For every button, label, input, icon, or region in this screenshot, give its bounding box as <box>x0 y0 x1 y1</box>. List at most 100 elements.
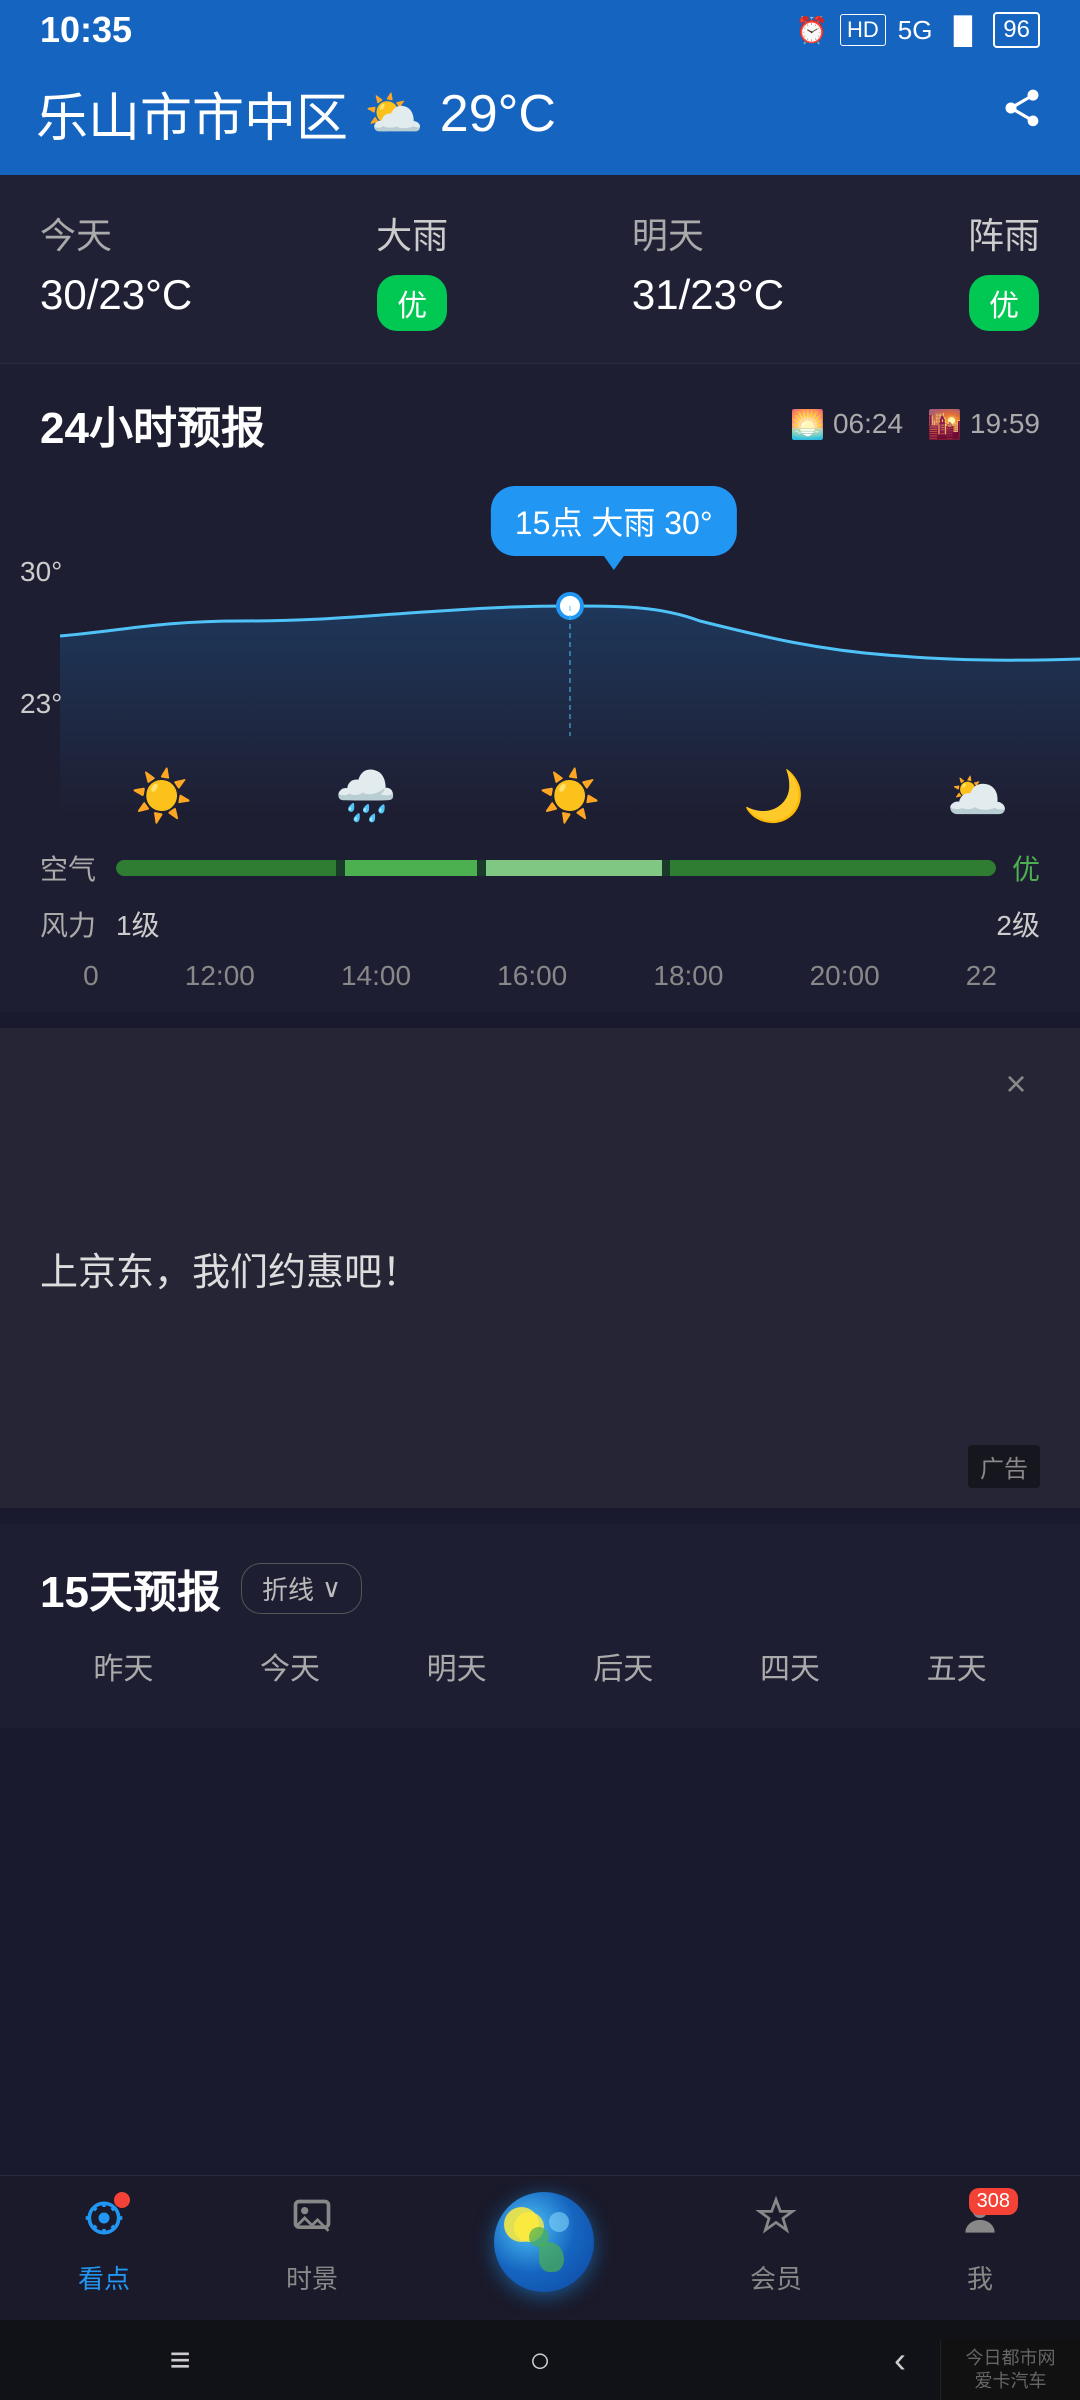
status-time: 10:35 <box>40 9 132 51</box>
wind-level-2: 2级 <box>996 904 1040 944</box>
hd-icon: HD <box>840 14 886 46</box>
alarm-icon: ⏰ <box>796 15 828 46</box>
ad-close-button[interactable]: × <box>992 1060 1040 1108</box>
forecast-15-section: 15天预报 折线 ∨ 昨天 今天 明天 后天 四天 五天 <box>0 1524 1080 1728</box>
ad-label: 广告 <box>968 1445 1040 1488</box>
nav-item-kandian[interactable]: 看点 <box>78 2196 130 2296</box>
signal-bars: ▐▌ <box>944 15 981 46</box>
wo-icon: 308 <box>958 2196 1002 2251</box>
bottom-navigation: 看点 时景 会员 <box>0 2175 1080 2320</box>
nav-item-shijing[interactable]: 时景 <box>286 2196 338 2296</box>
today-weather: 今天 30/23°C <box>40 207 192 319</box>
temperature-chart: 15点 大雨 30° 30° 23° <box>0 476 1080 836</box>
today-quality-badge: 优 <box>377 275 447 331</box>
chart-toggle-button[interactable]: 折线 ∨ <box>241 1563 362 1614</box>
huiyuan-icon <box>754 2196 798 2251</box>
today-condition: 大雨 <box>376 207 448 259</box>
chart-tooltip: 15点 大雨 30° <box>491 486 737 556</box>
temp-high-label: 30° <box>20 556 62 588</box>
weather-icon-0: ☀️ <box>131 767 193 826</box>
nav-item-wo[interactable]: 308 我 <box>958 2196 1002 2296</box>
time-0: 0 <box>83 960 99 992</box>
time-2: 14:00 <box>341 960 411 992</box>
share-button[interactable] <box>1000 86 1044 141</box>
status-icons: ⏰ HD 5G ▐▌ 96 <box>796 12 1040 48</box>
day-yesterday: 昨天 <box>93 1644 153 1688</box>
wind-levels: 1级 2级 <box>116 904 1040 944</box>
nav-label-shijing: 时景 <box>286 2259 338 2296</box>
air-quality-value: 优 <box>1012 848 1040 888</box>
day-tomorrow: 明天 <box>427 1644 487 1688</box>
nav-item-huiyuan[interactable]: 会员 <box>750 2196 802 2296</box>
time-1: 12:00 <box>185 960 255 992</box>
android-home-button[interactable]: ○ <box>500 2320 580 2400</box>
forecast-24h-title: 24小时预报 <box>40 392 265 456</box>
app-header: 乐山市市中区 ⛅ 29°C <box>0 60 1080 175</box>
nav-label-kandian: 看点 <box>78 2259 130 2296</box>
sunrise-time: 🌅 06:24 <box>790 408 903 441</box>
chart-weather-icons: ☀️ 🌧️ ☀️ 🌙 🌥️ <box>60 767 1080 826</box>
weather-icon-1: 🌧️ <box>335 767 397 826</box>
today-temp: 30/23°C <box>40 271 192 319</box>
temp-labels: 30° 23° <box>20 556 62 720</box>
day-5: 五天 <box>927 1644 987 1688</box>
time-axis: 0 12:00 14:00 16:00 18:00 20:00 22 <box>0 952 1080 1012</box>
weather-icon-4: 🌥️ <box>947 767 1009 826</box>
sunset-time: 🌇 19:59 <box>927 408 1040 441</box>
wind-level-1: 1级 <box>116 904 160 944</box>
battery-indicator: 96 <box>993 12 1040 48</box>
tomorrow-weather: 明天 31/23°C <box>632 207 784 319</box>
tomorrow-condition: 阵雨 <box>968 207 1040 259</box>
ad-banner[interactable]: 上京东，我们约惠吧！ × <box>0 1028 1080 1508</box>
wo-badge: 308 <box>969 2188 1018 2215</box>
chevron-down-icon: ∨ <box>322 1573 341 1604</box>
wind-row: 风力 1级 2级 <box>0 896 1080 952</box>
status-bar: 10:35 ⏰ HD 5G ▐▌ 96 <box>0 0 1080 60</box>
nav-label-huiyuan: 会员 <box>750 2259 802 2296</box>
header-left: 乐山市市中区 ⛅ 29°C <box>36 76 556 151</box>
forecast-15-header: 15天预报 折线 ∨ <box>40 1556 1040 1620</box>
android-menu-button[interactable]: ≡ <box>140 2320 220 2400</box>
time-4: 18:00 <box>653 960 723 992</box>
tomorrow-label: 明天 <box>632 207 784 259</box>
wind-label: 风力 <box>40 904 100 944</box>
today-label: 今天 <box>40 207 192 259</box>
city-name[interactable]: 乐山市市中区 <box>36 76 348 151</box>
air-quality-label: 空气 <box>40 848 100 888</box>
globe-icon <box>494 2192 594 2292</box>
sunset-icon: 🌇 <box>927 408 962 441</box>
shijing-icon <box>290 2196 334 2251</box>
tomorrow-temp: 31/23°C <box>632 271 784 319</box>
android-back-button[interactable]: ‹ <box>860 2320 940 2400</box>
air-quality-bar <box>116 860 996 876</box>
sun-times: 🌅 06:24 🌇 19:59 <box>790 408 1040 441</box>
watermark-area: 今日都市网爱卡汽车 <box>940 2340 1080 2400</box>
watermark-text: 今日都市网爱卡汽车 <box>966 2347 1056 2394</box>
temp-low-label: 23° <box>20 688 62 720</box>
forecast-header: 24小时预报 🌅 06:24 🌇 19:59 <box>0 392 1080 476</box>
nav-item-center[interactable] <box>494 2192 594 2300</box>
weather-icon-2: ☀️ <box>539 767 601 826</box>
current-temperature: 29°C <box>440 84 556 144</box>
kandian-notification-dot <box>114 2192 130 2208</box>
sunrise-icon: 🌅 <box>790 408 825 441</box>
day-3: 后天 <box>593 1644 653 1688</box>
day-today: 今天 <box>260 1644 320 1688</box>
forecast-15-title: 15天预报 <box>40 1556 221 1620</box>
air-quality-row: 空气 优 <box>0 836 1080 896</box>
tomorrow-quality-badge: 优 <box>969 275 1039 331</box>
day-4: 四天 <box>760 1644 820 1688</box>
ad-text: 上京东，我们约惠吧！ <box>40 1241 420 1296</box>
weather-icon-3: 🌙 <box>743 767 805 826</box>
signal-5g: 5G <box>898 15 933 46</box>
time-6: 22 <box>966 960 997 992</box>
kandian-icon <box>82 2196 126 2251</box>
android-nav-bar: ≡ ○ ‹ 今日都市网爱卡汽车 <box>0 2320 1080 2400</box>
ad-container: 上京东，我们约惠吧！ × 广告 <box>0 1028 1080 1508</box>
forecast-24h-section: 24小时预报 🌅 06:24 🌇 19:59 15点 大雨 30° 30° <box>0 364 1080 1012</box>
nav-label-wo: 我 <box>967 2259 993 2296</box>
time-5: 20:00 <box>810 960 880 992</box>
weather-icon-header: ⛅ <box>364 85 424 142</box>
forecast-days-row: 昨天 今天 明天 后天 四天 五天 <box>40 1644 1040 1708</box>
weather-summary: 今天 30/23°C 大雨 优 明天 31/23°C 阵雨 优 <box>0 175 1080 364</box>
